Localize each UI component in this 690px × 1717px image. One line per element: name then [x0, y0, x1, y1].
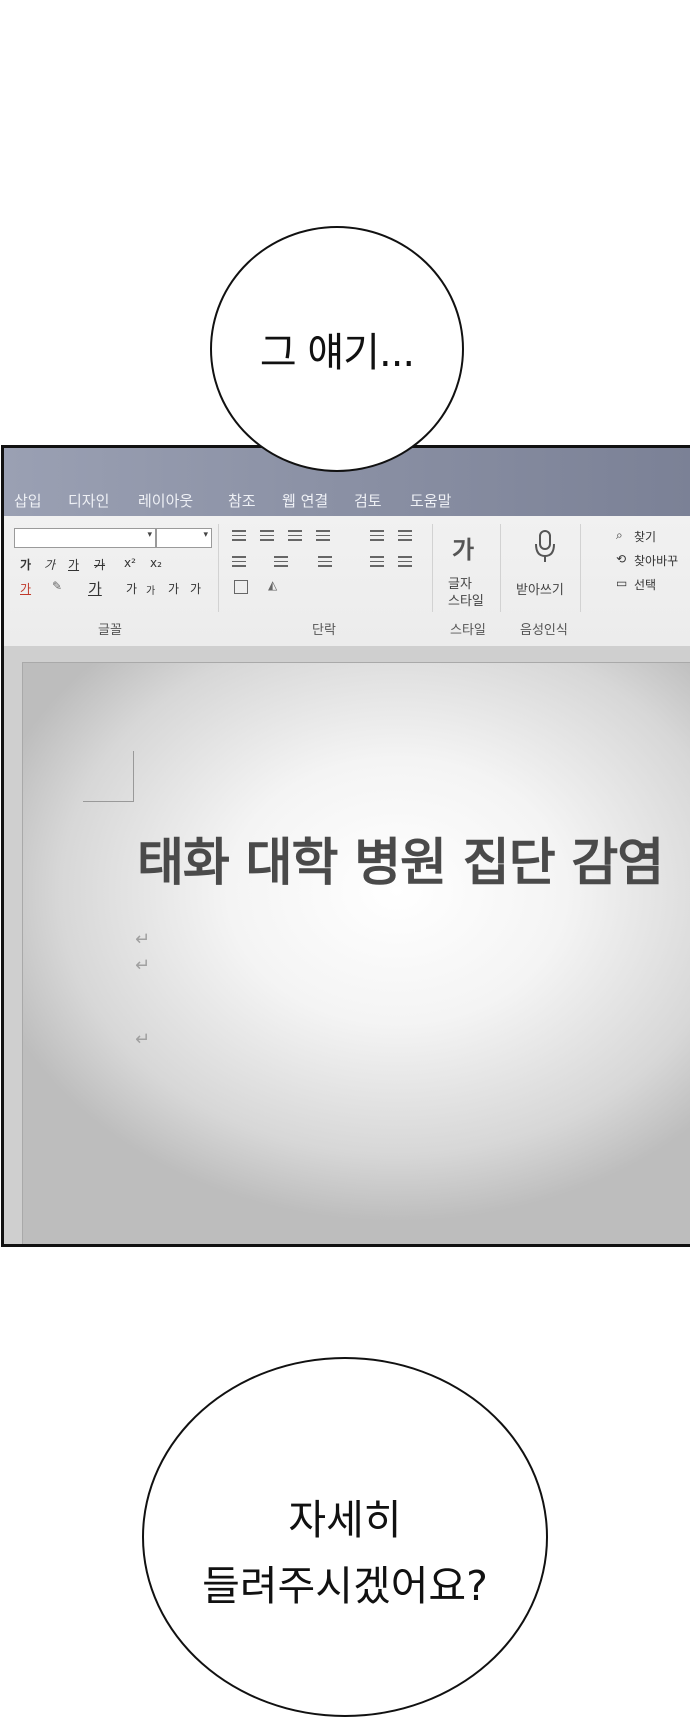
strikethrough-button[interactable]: 가: [94, 556, 105, 573]
speech-text-top: 그 얘기...: [259, 330, 415, 376]
superscript-button[interactable]: x²: [124, 556, 136, 570]
paragraph-spacing-icon[interactable]: [370, 556, 384, 570]
bullet-list-icon[interactable]: [232, 556, 246, 570]
font-group-label: 글꼴: [98, 623, 122, 638]
style-group-label: 스타일: [450, 623, 486, 638]
ribbon: ▾ ▾ 가 가 가 가 x² x₂ 가 ✎ 가 가 가 가 가 글꼴 ◭ 단락: [4, 516, 690, 647]
document-area[interactable]: 태화 대학 병원 집단 감염 ↵ ↵ ↵: [4, 646, 690, 1244]
font-name-box[interactable]: ▾: [14, 528, 156, 548]
menu-references[interactable]: 참조: [228, 490, 256, 511]
group-divider: [500, 524, 501, 612]
grow-font-button[interactable]: 가: [126, 580, 137, 597]
shrink-font-button[interactable]: 가: [146, 582, 155, 597]
borders-icon[interactable]: [234, 580, 248, 594]
underline-button[interactable]: 가: [68, 556, 79, 573]
document-title[interactable]: 태화 대학 병원 집단 감염: [137, 821, 664, 895]
voice-group-label: 음성인식: [520, 623, 568, 638]
indent-decrease-icon[interactable]: [370, 530, 384, 544]
group-divider: [432, 524, 433, 612]
char-style-button-line2[interactable]: 스타일: [448, 593, 484, 610]
char-shade-button[interactable]: 가: [88, 578, 102, 599]
document-page[interactable]: 태화 대학 병원 집단 감염 ↵ ↵ ↵: [22, 662, 690, 1244]
speech-bubble-top: 그 얘기...: [210, 226, 464, 472]
group-divider: [580, 524, 581, 612]
char-style-button-line1[interactable]: 글자: [448, 576, 472, 593]
highlighter-icon[interactable]: ✎: [52, 579, 62, 593]
speech-bubble-bottom: 자세히 들려주시겠어요?: [142, 1357, 548, 1717]
select-icon[interactable]: ▭: [616, 576, 627, 590]
numbered-list-icon[interactable]: [274, 556, 288, 570]
speech-text-bottom-line2: 들려주시겠어요?: [202, 1562, 488, 1610]
subscript-button[interactable]: x₂: [150, 556, 162, 570]
justify-icon[interactable]: [316, 530, 330, 544]
align-right-icon[interactable]: [288, 530, 302, 544]
page-corner-mark: [83, 751, 134, 802]
vertical-text-button[interactable]: 가: [190, 580, 201, 597]
line-spacing-icon[interactable]: [398, 556, 412, 570]
chevron-down-icon[interactable]: ▾: [147, 530, 152, 540]
paragraph-mark: ↵: [135, 955, 151, 976]
shading-icon[interactable]: ◭: [268, 578, 277, 592]
replace-button[interactable]: 찾아바꾸: [634, 552, 678, 569]
speech-text-bottom-line1: 자세히: [288, 1496, 402, 1544]
chevron-down-icon[interactable]: ▾: [203, 530, 208, 540]
word-processor-window: 삽입 디자인 레이아웃 참조 웹 연결 검토 도움말 ▾ ▾ 가 가 가 가 x…: [1, 445, 690, 1247]
italic-button[interactable]: 가: [44, 556, 55, 573]
indent-increase-icon[interactable]: [398, 530, 412, 544]
font-size-box[interactable]: ▾: [156, 528, 212, 548]
paragraph-group-label: 단락: [312, 623, 336, 638]
bold-button[interactable]: 가: [20, 556, 31, 573]
align-left-icon[interactable]: [232, 530, 246, 544]
align-center-icon[interactable]: [260, 530, 274, 544]
menu-design[interactable]: 디자인: [68, 490, 109, 511]
find-button[interactable]: 찾기: [634, 528, 656, 545]
char-spacing-button[interactable]: 가: [168, 580, 179, 597]
font-color-button[interactable]: 가: [20, 580, 31, 597]
group-divider: [218, 524, 219, 612]
dictate-button[interactable]: 받아쓰기: [516, 582, 564, 599]
paragraph-mark: ↵: [135, 1029, 151, 1050]
search-icon[interactable]: ⌕: [616, 528, 623, 543]
menu-layout[interactable]: 레이아웃: [138, 490, 193, 511]
select-button[interactable]: 선택: [634, 576, 656, 593]
multilevel-list-icon[interactable]: [318, 556, 332, 570]
menu-insert[interactable]: 삽입: [14, 490, 42, 511]
replace-icon[interactable]: ⟲: [616, 552, 626, 566]
char-style-icon[interactable]: 가: [452, 530, 474, 565]
microphone-icon[interactable]: [534, 530, 556, 568]
paragraph-mark: ↵: [135, 929, 151, 950]
menu-web[interactable]: 웹 연결: [282, 490, 328, 511]
menu-review[interactable]: 검토: [354, 490, 382, 511]
menu-help[interactable]: 도움말: [410, 490, 451, 511]
